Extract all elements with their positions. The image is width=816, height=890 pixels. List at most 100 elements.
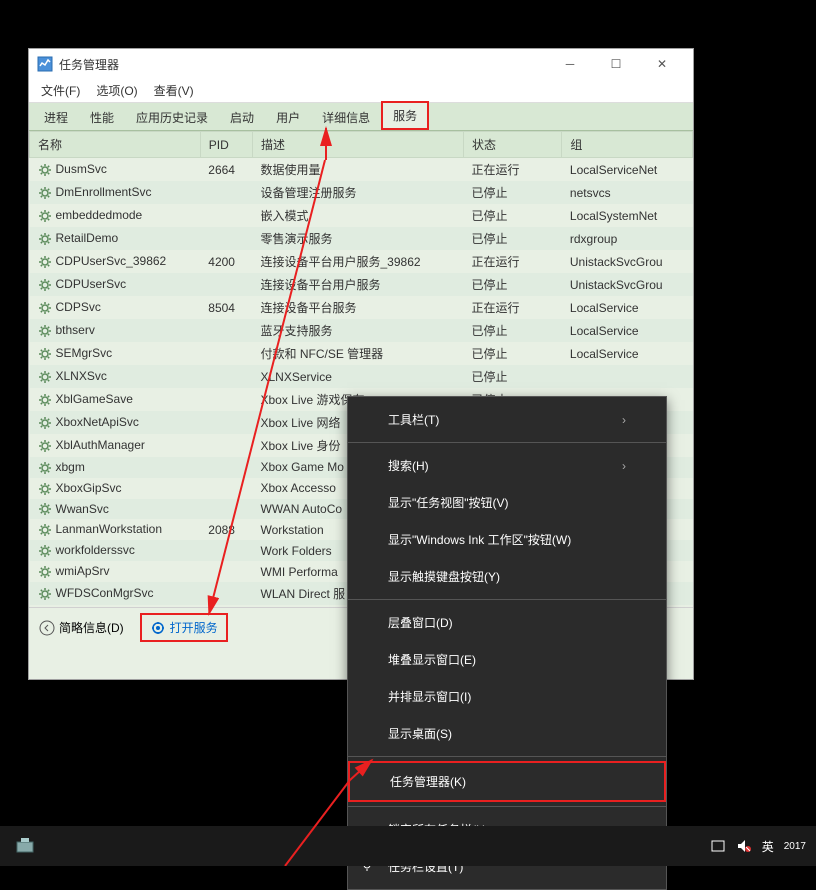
tab-users[interactable]: 用户 xyxy=(265,104,311,130)
volume-icon[interactable] xyxy=(736,838,752,854)
tab-details[interactable]: 详细信息 xyxy=(311,104,381,130)
service-desc: 连接设备平台用户服务 xyxy=(253,273,464,296)
column-status[interactable]: 状态 xyxy=(463,132,561,158)
service-pid xyxy=(200,478,252,499)
service-pid xyxy=(200,605,252,607)
menu-separator xyxy=(348,599,666,600)
service-pid xyxy=(200,457,252,478)
context-menu-item[interactable]: 显示"Windows Ink 工作区"按钮(W) xyxy=(348,521,666,558)
service-name: RetailDemo xyxy=(56,231,119,245)
close-button[interactable]: ✕ xyxy=(639,49,685,79)
column-pid[interactable]: PID xyxy=(200,132,252,158)
table-row[interactable]: DmEnrollmentSvc 设备管理注册服务 已停止 netsvcs xyxy=(30,181,693,204)
service-pid: 4200 xyxy=(200,250,252,273)
service-pid xyxy=(200,273,252,296)
tab-app-history[interactable]: 应用历史记录 xyxy=(125,104,219,130)
open-services-button[interactable]: 打开服务 xyxy=(140,613,228,642)
titlebar: 任务管理器 ─ ☐ ✕ xyxy=(29,49,693,79)
service-name: XblAuthManager xyxy=(56,438,145,452)
table-row[interactable]: DusmSvc 2664 数据使用量 正在运行 LocalServiceNet xyxy=(30,158,693,182)
service-desc: 零售演示服务 xyxy=(253,227,464,250)
service-desc: 数据使用量 xyxy=(253,158,464,182)
table-row[interactable]: bthserv 蓝牙支持服务 已停止 LocalService xyxy=(30,319,693,342)
window-title: 任务管理器 xyxy=(59,56,547,73)
service-pid xyxy=(200,411,252,434)
table-row[interactable]: CDPSvc 8504 连接设备平台服务 正在运行 LocalService xyxy=(30,296,693,319)
context-menu-item[interactable]: 显示桌面(S) xyxy=(348,715,666,752)
service-group: LocalSystemNet xyxy=(562,204,693,227)
service-name: CDPUserSvc xyxy=(56,277,127,291)
service-pid xyxy=(200,319,252,342)
context-menu-item[interactable]: 层叠窗口(D) xyxy=(348,604,666,641)
menu-item-label: 搜索(H) xyxy=(388,457,429,474)
service-group: LocalServiceNet xyxy=(562,158,693,182)
service-pid: 2088 xyxy=(200,519,252,540)
tab-processes[interactable]: 进程 xyxy=(33,104,79,130)
service-group: LocalService xyxy=(562,319,693,342)
tab-performance[interactable]: 性能 xyxy=(79,104,125,130)
taskbar-app-icon[interactable] xyxy=(10,831,40,861)
table-row[interactable]: SEMgrSvc 付款和 NFC/SE 管理器 已停止 LocalService xyxy=(30,342,693,365)
service-pid xyxy=(200,561,252,582)
column-group[interactable]: 组 xyxy=(562,132,693,158)
table-row[interactable]: XLNXSvc XLNXService 已停止 xyxy=(30,365,693,388)
tab-bar: 进程 性能 应用历史记录 启动 用户 详细信息 服务 xyxy=(29,103,693,131)
taskbar-context-menu: 工具栏(T)› 搜索(H)›显示"任务视图"按钮(V) 显示"Windows Ink… xyxy=(347,396,667,890)
brief-info-button[interactable]: 简略信息(D) xyxy=(39,619,124,636)
service-pid xyxy=(200,388,252,411)
tab-services[interactable]: 服务 xyxy=(381,101,429,130)
service-pid xyxy=(200,181,252,204)
service-pid xyxy=(200,434,252,457)
service-desc: 连接设备平台服务 xyxy=(253,296,464,319)
service-name: XboxGipSvc xyxy=(56,481,122,495)
menu-file[interactable]: 文件(F) xyxy=(33,80,88,101)
minimize-button[interactable]: ─ xyxy=(547,49,593,79)
service-desc: 嵌入模式 xyxy=(253,204,464,227)
table-row[interactable]: embeddedmode 嵌入模式 已停止 LocalSystemNet xyxy=(30,204,693,227)
task-manager-icon xyxy=(37,56,53,72)
open-services-label: 打开服务 xyxy=(170,619,218,636)
service-name: WwanSvc xyxy=(56,502,109,516)
service-group: rdxgroup xyxy=(562,227,693,250)
notification-icon[interactable] xyxy=(710,838,726,854)
clock-time[interactable]: 2017 xyxy=(784,841,806,852)
service-pid xyxy=(200,204,252,227)
context-menu-item[interactable]: 显示触摸键盘按钮(Y) xyxy=(348,558,666,595)
context-menu-item[interactable]: 搜索(H)› xyxy=(348,447,666,484)
menu-separator xyxy=(348,806,666,807)
menu-item-label: 显示"Windows Ink 工作区"按钮(W) xyxy=(388,531,571,548)
context-menu-item[interactable]: 工具栏(T)› xyxy=(348,401,666,438)
context-menu-item[interactable]: 任务管理器(K) xyxy=(348,761,666,802)
tab-startup[interactable]: 启动 xyxy=(219,104,265,130)
service-name: CDPSvc xyxy=(56,300,101,314)
service-status: 已停止 xyxy=(463,319,561,342)
service-name: wmiApSrv xyxy=(56,564,110,578)
service-pid xyxy=(200,227,252,250)
menu-separator xyxy=(348,756,666,757)
service-desc: 设备管理注册服务 xyxy=(253,181,464,204)
maximize-button[interactable]: ☐ xyxy=(593,49,639,79)
menu-item-label: 任务管理器(K) xyxy=(390,773,466,790)
service-status: 已停止 xyxy=(463,273,561,296)
context-menu-item[interactable]: 堆叠显示窗口(E) xyxy=(348,641,666,678)
service-name: WFDSConMgrSvc xyxy=(56,586,154,600)
menu-item-label: 工具栏(T) xyxy=(388,411,439,428)
menu-item-label: 层叠窗口(D) xyxy=(388,614,453,631)
windows-taskbar[interactable]: 英 2017 xyxy=(0,826,816,866)
context-menu-item[interactable]: 显示"任务视图"按钮(V) xyxy=(348,484,666,521)
service-name: SEMgrSvc xyxy=(56,346,113,360)
service-status: 已停止 xyxy=(463,227,561,250)
menubar: 文件(F) 选项(O) 查看(V) xyxy=(29,79,693,103)
context-menu-item[interactable]: 并排显示窗口(I) xyxy=(348,678,666,715)
column-desc[interactable]: 描述 xyxy=(253,132,464,158)
service-name: XboxNetApiSvc xyxy=(56,415,139,429)
service-desc: 蓝牙支持服务 xyxy=(253,319,464,342)
table-row[interactable]: CDPUserSvc 连接设备平台用户服务 已停止 UnistackSvcGro… xyxy=(30,273,693,296)
table-row[interactable]: CDPUserSvc_39862 4200 连接设备平台用户服务_39862 正… xyxy=(30,250,693,273)
ime-indicator[interactable]: 英 xyxy=(762,838,774,855)
service-status: 正在运行 xyxy=(463,296,561,319)
menu-view[interactable]: 查看(V) xyxy=(146,80,202,101)
menu-options[interactable]: 选项(O) xyxy=(88,80,145,101)
table-row[interactable]: RetailDemo 零售演示服务 已停止 rdxgroup xyxy=(30,227,693,250)
column-name[interactable]: 名称 xyxy=(30,132,201,158)
